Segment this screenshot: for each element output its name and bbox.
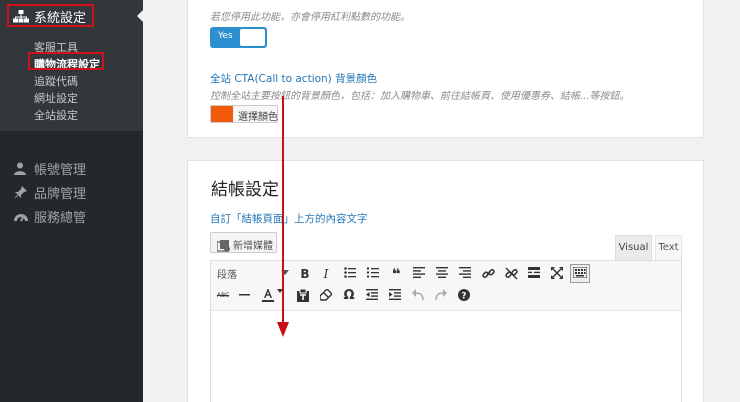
indent-icon[interactable] (386, 287, 404, 305)
tab-text[interactable]: Text (655, 235, 682, 260)
toggle-label: Yes (218, 31, 233, 41)
link-icon[interactable] (479, 265, 497, 283)
toolbar-toggle-icon[interactable] (570, 264, 590, 283)
select-color-label: 選擇顏色 (238, 112, 278, 123)
sidebar-item-services[interactable]: 服務總管 (0, 203, 143, 227)
toggle-knob (240, 29, 265, 46)
select-color-button[interactable]: 選擇顏色 (210, 105, 278, 123)
bullet-list-icon[interactable] (341, 265, 359, 283)
format-select-value: 段落 (217, 270, 237, 281)
italic-icon[interactable]: I (317, 265, 335, 283)
align-center-icon[interactable] (433, 265, 451, 283)
sidebar-item-label: 帳號管理 (34, 163, 87, 178)
redo-icon[interactable] (432, 287, 450, 305)
submenu: 客服工具 購物流程設定 追蹤代碼 網址設定 全站設定 (0, 32, 143, 131)
strikethrough-icon[interactable]: ABC (214, 287, 232, 305)
clear-formatting-icon[interactable] (317, 287, 335, 305)
sidebar-item-label: 服務總管 (34, 211, 87, 226)
unlink-icon[interactable] (502, 265, 520, 283)
svg-text:?: ? (461, 292, 466, 302)
section-title: 結帳設定 (211, 180, 279, 200)
submenu-item-site-settings[interactable]: 全站設定 (34, 107, 78, 123)
pin-icon (14, 184, 27, 203)
special-character-icon[interactable]: Ω (340, 287, 358, 305)
numbered-list-icon[interactable] (364, 265, 382, 283)
help-icon[interactable]: ? (455, 287, 473, 305)
horizontal-line-icon[interactable] (235, 287, 253, 305)
add-media-label: 新增媒體 (233, 241, 273, 252)
submenu-item-url-settings[interactable]: 網址設定 (34, 90, 78, 106)
fullscreen-icon[interactable] (548, 265, 566, 283)
align-left-icon[interactable] (410, 265, 428, 283)
format-select[interactable]: 段落 (217, 266, 289, 282)
enable-toggle[interactable]: Yes (210, 27, 267, 48)
settings-panel: 若您停用此功能，亦會停用紅利點數的功能。 Yes 全站 CTA(Call to … (187, 0, 704, 138)
annotation-highlight-box (7, 4, 94, 27)
outdent-icon[interactable] (363, 287, 381, 305)
user-icon (14, 160, 26, 179)
sidebar-item-label: 品牌管理 (34, 187, 87, 202)
cta-color-description: 控制全站主要按鈕的背景顏色，包括：加入購物車、前往結帳頁、使用優惠券、結帳...… (210, 91, 630, 102)
gauge-icon (14, 208, 28, 227)
media-icon (216, 237, 231, 256)
sidebar-item-brands[interactable]: 品牌管理 (0, 179, 143, 203)
align-right-icon[interactable] (456, 265, 474, 283)
active-indicator (137, 9, 144, 23)
admin-sidebar: 系統設定 客服工具 購物流程設定 追蹤代碼 網址設定 全站設定 帳號管理 品牌管… (0, 0, 144, 402)
bold-icon[interactable]: B (296, 265, 314, 283)
add-media-button[interactable]: 新增媒體 (210, 232, 277, 253)
annotation-highlight-box (28, 52, 104, 70)
annotation-arrow-head (277, 322, 289, 337)
tab-visual[interactable]: Visual (615, 235, 652, 260)
submenu-item-tracking-code[interactable]: 追蹤代碼 (34, 73, 78, 89)
paste-as-text-icon[interactable] (294, 287, 312, 305)
sidebar-item-system-settings[interactable]: 系統設定 (0, 0, 144, 32)
color-swatch (211, 106, 233, 122)
checkout-settings-panel: 結帳設定 自訂「結帳頁面」上方的內容文字 新增媒體 Visual Text 段落… (187, 160, 704, 402)
blockquote-icon[interactable]: ❝ (387, 265, 405, 283)
cta-color-title: 全站 CTA(Call to action) 背景顏色 (210, 73, 378, 85)
undo-icon[interactable] (409, 287, 427, 305)
read-more-icon[interactable] (525, 265, 543, 283)
checkout-content-title: 自訂「結帳頁面」上方的內容文字 (210, 213, 368, 225)
annotation-arrow (282, 96, 284, 324)
disable-note: 若您停用此功能，亦會停用紅利點數的功能。 (210, 12, 410, 23)
sidebar-item-accounts[interactable]: 帳號管理 (0, 155, 143, 179)
